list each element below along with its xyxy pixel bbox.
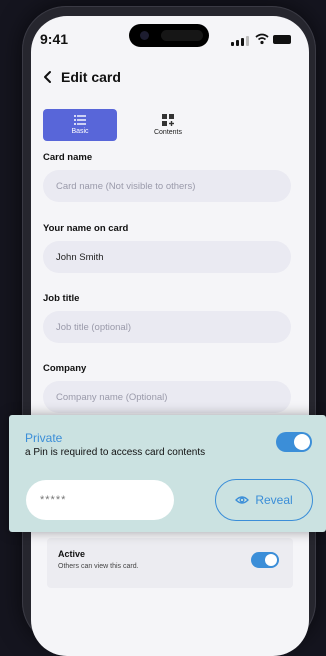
job-title-input[interactable]: Job title (optional) [43, 311, 291, 343]
app-screen: 9:41 Edit card Basic Contents Card name … [31, 16, 309, 656]
chevron-left-icon[interactable] [41, 70, 55, 84]
private-subtitle: a Pin is required to access card content… [25, 447, 206, 458]
status-bar: 9:41 [31, 16, 309, 60]
status-time: 9:41 [40, 31, 69, 47]
job-title-label: Job title [43, 293, 80, 304]
battery-icon [273, 35, 291, 44]
dynamic-island [129, 24, 209, 47]
page-title: Edit card [61, 69, 121, 85]
grid-plus-icon [162, 114, 174, 126]
active-setting-card: Active Others can view this card. [47, 538, 293, 588]
camera-icon [140, 31, 149, 40]
tab-contents[interactable]: Contents [131, 109, 205, 141]
company-input[interactable]: Company name (Optional) [43, 381, 291, 413]
tab-bar: Basic Contents [43, 109, 265, 141]
active-toggle[interactable] [251, 552, 279, 568]
private-title: Private [25, 431, 63, 445]
tab-basic-label: Basic [71, 128, 89, 135]
pin-input[interactable]: ***** [26, 480, 174, 520]
list-icon [74, 115, 86, 125]
active-title: Active [58, 549, 86, 559]
card-name-label: Card name [43, 152, 93, 163]
active-subtitle: Others can view this card. [58, 563, 139, 570]
page-header: Edit card [41, 66, 121, 88]
eye-icon [235, 496, 250, 504]
status-icons [231, 33, 291, 46]
reveal-label: Reveal [255, 493, 293, 507]
wifi-icon [255, 33, 269, 45]
tab-contents-label: Contents [153, 129, 183, 136]
reveal-button[interactable]: Reveal [215, 479, 313, 521]
private-setting-panel: Private a Pin is required to access card… [9, 415, 326, 532]
signal-icon [231, 42, 234, 46]
tab-basic[interactable]: Basic [43, 109, 117, 141]
your-name-input[interactable]: John Smith [43, 241, 291, 273]
card-name-input[interactable]: Card name (Not visible to others) [43, 170, 291, 202]
private-toggle[interactable] [276, 432, 312, 452]
your-name-label: Your name on card [43, 223, 129, 234]
company-label: Company [43, 363, 87, 374]
